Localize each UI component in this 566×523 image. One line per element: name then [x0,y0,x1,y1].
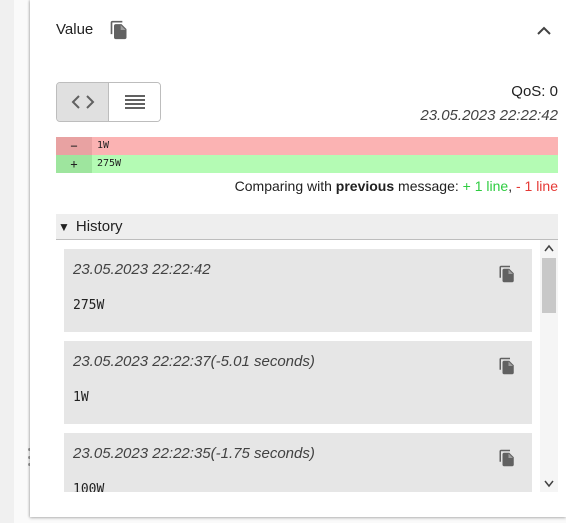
qos-label: QoS: 0 [511,83,558,100]
diff-added-sign: + [56,155,92,173]
history-item-value: 275W [73,298,105,313]
copy-icon[interactable] [109,20,129,40]
triangle-down-icon: ▼ [58,219,70,234]
scroll-up-icon[interactable] [544,244,554,252]
history-item: 23.05.2023 22:22:37(-5.01 seconds) 1W [64,341,532,424]
copy-icon[interactable] [498,264,516,284]
removed-line-count: - 1 line [515,178,558,194]
compare-prefix: Comparing with [234,178,336,194]
history-item-time: 23.05.2023 22:22:35(-1.75 seconds) [73,445,315,462]
compare-middle: message: [394,178,463,194]
diff-removed-text: 1W [92,137,558,155]
list-view-button[interactable] [109,83,160,121]
added-line-count: + 1 line [462,178,509,194]
value-panel: Value QoS: 0 23.05.2023 22:22:42 − 1W + … [30,0,566,517]
history-toggle[interactable]: ▼ History [56,214,558,240]
view-toggle [56,82,161,122]
diff-removed-row: − 1W [56,137,558,155]
code-view-button[interactable] [57,83,109,121]
history-item-time: 23.05.2023 22:22:42 [73,261,211,278]
diff-added-row: + 275W [56,155,558,173]
history-title: History [75,218,123,235]
diff-added-text: 275W [92,155,558,173]
message-timestamp: 23.05.2023 22:22:42 [420,107,558,124]
panel-title: Value [56,21,94,38]
history-item: 23.05.2023 22:22:35(-1.75 seconds) 100W [64,433,532,492]
compare-separator: , [508,178,516,194]
history-item: 23.05.2023 22:22:42 275W [64,249,532,332]
scrollbar-thumb[interactable] [542,258,556,313]
compare-reference: previous [335,178,395,194]
history-item-value: 100W [73,482,105,492]
diff-removed-sign: − [56,137,92,155]
history-item-time: 23.05.2023 22:22:37(-5.01 seconds) [73,353,315,370]
scroll-down-icon[interactable] [544,480,554,488]
diff-view: − 1W + 275W [56,137,558,173]
app-root: Value QoS: 0 23.05.2023 22:22:42 − 1W + … [0,0,566,523]
code-icon [71,95,94,109]
history-item-value: 1W [73,390,89,405]
history-list: 23.05.2023 22:22:42 275W 23.05.2023 22:2… [56,240,558,492]
list-icon [124,95,145,109]
chevron-up-icon[interactable] [536,24,552,36]
history-scrollbar[interactable] [540,240,558,492]
comparison-summary: Comparing with previous message: + 1 lin… [235,178,558,194]
copy-icon[interactable] [498,356,516,376]
copy-icon[interactable] [498,448,516,468]
left-rail [0,0,14,523]
